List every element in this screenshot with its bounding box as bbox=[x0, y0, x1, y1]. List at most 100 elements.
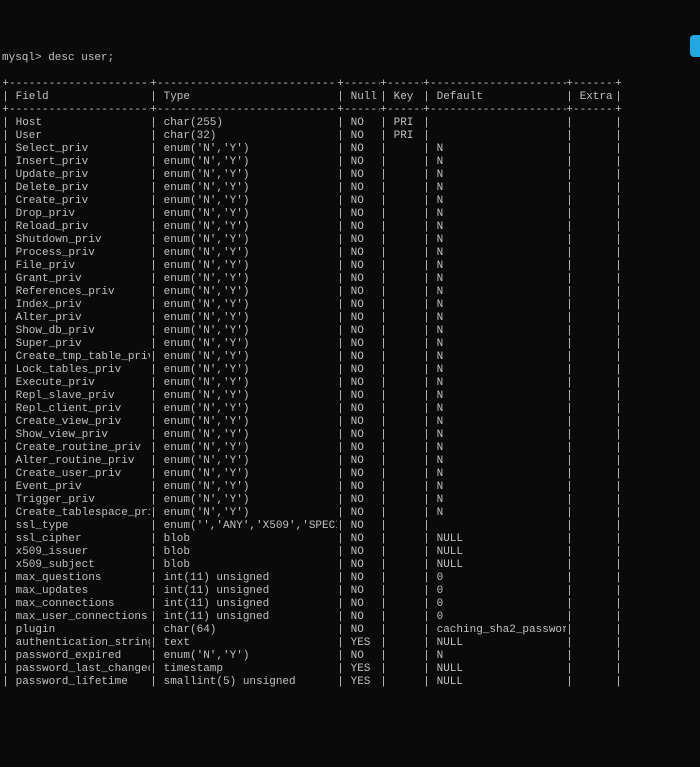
cell-null: NO bbox=[344, 364, 380, 377]
cell-field: Drop_priv bbox=[9, 208, 150, 221]
cell-field: ssl_cipher bbox=[9, 533, 150, 546]
cell-key bbox=[387, 624, 423, 637]
cell-extra bbox=[573, 247, 615, 260]
cell-key bbox=[387, 546, 423, 559]
cell-extra bbox=[573, 481, 615, 494]
cell-key bbox=[387, 611, 423, 624]
cell-default: NULL bbox=[430, 559, 566, 572]
cell-null: NO bbox=[344, 247, 380, 260]
table-row: | Update_priv| enum('N','Y')| NO| | N| | bbox=[2, 169, 698, 182]
cell-field: Reload_priv bbox=[9, 221, 150, 234]
cell-key bbox=[387, 572, 423, 585]
cell-extra bbox=[573, 598, 615, 611]
cell-key bbox=[387, 533, 423, 546]
cell-null: NO bbox=[344, 650, 380, 663]
cell-default: NULL bbox=[430, 546, 566, 559]
cell-type: enum('','ANY','X509','SPECIFIED') bbox=[157, 520, 337, 533]
table-row: | Create_priv| enum('N','Y')| NO| | N| | bbox=[2, 195, 698, 208]
cell-type: enum('N','Y') bbox=[157, 169, 337, 182]
table-row: | Reload_priv| enum('N','Y')| NO| | N| | bbox=[2, 221, 698, 234]
cell-type: enum('N','Y') bbox=[157, 247, 337, 260]
cell-key bbox=[387, 663, 423, 676]
cell-null: NO bbox=[344, 143, 380, 156]
cell-type: enum('N','Y') bbox=[157, 650, 337, 663]
cell-field: Repl_slave_priv bbox=[9, 390, 150, 403]
cell-extra bbox=[573, 663, 615, 676]
cell-null: YES bbox=[344, 676, 380, 689]
cell-field: Create_priv bbox=[9, 195, 150, 208]
cell-field: password_expired bbox=[9, 650, 150, 663]
cell-type: enum('N','Y') bbox=[157, 377, 337, 390]
table-row: | max_connections| int(11) unsigned| NO|… bbox=[2, 598, 698, 611]
cell-null: NO bbox=[344, 455, 380, 468]
cell-null: NO bbox=[344, 585, 380, 598]
cell-type: enum('N','Y') bbox=[157, 286, 337, 299]
cell-field: Event_priv bbox=[9, 481, 150, 494]
cell-key bbox=[387, 260, 423, 273]
cell-field: Shutdown_priv bbox=[9, 234, 150, 247]
cell-key bbox=[387, 455, 423, 468]
table-row: | Alter_priv| enum('N','Y')| NO| | N| | bbox=[2, 312, 698, 325]
table-row: | Lock_tables_priv| enum('N','Y')| NO| |… bbox=[2, 364, 698, 377]
cell-extra bbox=[573, 624, 615, 637]
cell-extra bbox=[573, 351, 615, 364]
cell-extra bbox=[573, 637, 615, 650]
cell-null: NO bbox=[344, 442, 380, 455]
cell-extra bbox=[573, 429, 615, 442]
cell-null: YES bbox=[344, 637, 380, 650]
table-row: | Alter_routine_priv| enum('N','Y')| NO|… bbox=[2, 455, 698, 468]
table-row: | password_last_changed| timestamp| YES|… bbox=[2, 663, 698, 676]
cell-extra bbox=[573, 325, 615, 338]
cell-key bbox=[387, 221, 423, 234]
cell-field: Trigger_priv bbox=[9, 494, 150, 507]
cell-extra bbox=[573, 182, 615, 195]
cell-extra bbox=[573, 221, 615, 234]
table-row: | max_updates| int(11) unsigned| NO| | 0… bbox=[2, 585, 698, 598]
cell-default: N bbox=[430, 143, 566, 156]
cell-null: NO bbox=[344, 520, 380, 533]
header-type: Type bbox=[157, 91, 337, 104]
cell-extra bbox=[573, 208, 615, 221]
cell-field: Super_priv bbox=[9, 338, 150, 351]
table-row: | password_lifetime| smallint(5) unsigne… bbox=[2, 676, 698, 689]
desc-user-output: +------------------------+--------------… bbox=[2, 78, 698, 689]
cell-field: authentication_string bbox=[9, 637, 150, 650]
cell-field: password_last_changed bbox=[9, 663, 150, 676]
cell-key bbox=[387, 429, 423, 442]
cell-field: Create_user_priv bbox=[9, 468, 150, 481]
cell-default: 0 bbox=[430, 611, 566, 624]
cell-default: N bbox=[430, 208, 566, 221]
cell-type: enum('N','Y') bbox=[157, 455, 337, 468]
cell-default: NULL bbox=[430, 637, 566, 650]
cell-default: caching_sha2_password bbox=[430, 624, 566, 637]
cell-default: N bbox=[430, 429, 566, 442]
cell-field: Alter_priv bbox=[9, 312, 150, 325]
cell-default: N bbox=[430, 182, 566, 195]
cell-type: enum('N','Y') bbox=[157, 507, 337, 520]
side-tab-icon[interactable] bbox=[690, 35, 700, 57]
cell-field: Update_priv bbox=[9, 169, 150, 182]
cell-extra bbox=[573, 299, 615, 312]
cell-key bbox=[387, 442, 423, 455]
cell-key bbox=[387, 416, 423, 429]
table-row: | ssl_cipher| blob| NO| | NULL| | bbox=[2, 533, 698, 546]
cell-key bbox=[387, 351, 423, 364]
table-row: | x509_issuer| blob| NO| | NULL| | bbox=[2, 546, 698, 559]
cell-type: enum('N','Y') bbox=[157, 299, 337, 312]
cell-null: NO bbox=[344, 130, 380, 143]
cell-null: NO bbox=[344, 559, 380, 572]
cell-type: enum('N','Y') bbox=[157, 208, 337, 221]
mysql-prompt[interactable]: mysql> desc user; bbox=[2, 52, 698, 65]
cell-null: NO bbox=[344, 299, 380, 312]
table-row: | Select_priv| enum('N','Y')| NO| | N| | bbox=[2, 143, 698, 156]
cell-default: N bbox=[430, 403, 566, 416]
cell-key bbox=[387, 247, 423, 260]
cell-type: int(11) unsigned bbox=[157, 572, 337, 585]
cell-key bbox=[387, 650, 423, 663]
cell-field: Grant_priv bbox=[9, 273, 150, 286]
cell-null: NO bbox=[344, 572, 380, 585]
cell-default: N bbox=[430, 364, 566, 377]
cell-extra bbox=[573, 650, 615, 663]
cell-null: NO bbox=[344, 182, 380, 195]
cell-extra bbox=[573, 520, 615, 533]
